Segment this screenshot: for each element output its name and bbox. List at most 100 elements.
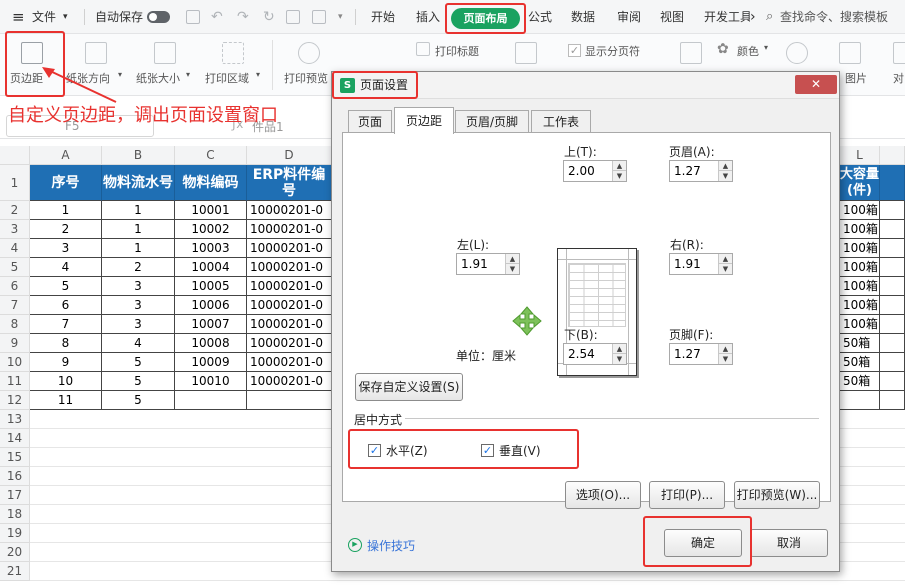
theme-font-icon[interactable] [680, 42, 702, 64]
repeat-icon[interactable]: ↻ [263, 0, 275, 34]
redo-icon[interactable]: ↷ [237, 0, 249, 34]
tab-data[interactable]: 数据 [571, 0, 595, 34]
table-cell-a[interactable]: 9 [30, 353, 102, 372]
table-cell-m[interactable] [880, 391, 905, 410]
header-margin-spinner[interactable]: 1.27 ▲ ▼ [669, 160, 733, 182]
column-header-b[interactable]: B [102, 146, 175, 165]
table-cell-c[interactable]: 10002 [175, 220, 247, 239]
tab-sheet[interactable]: 工作表 [531, 110, 591, 133]
tips-link[interactable]: 操作技巧 [367, 537, 415, 554]
table-cell-d[interactable] [247, 391, 332, 410]
select-all-corner[interactable] [0, 146, 30, 165]
table-cell-b[interactable]: 1 [102, 201, 175, 220]
table-cell-d[interactable]: 10000201-0 [247, 220, 332, 239]
spin-up-icon[interactable]: ▲ [718, 254, 732, 264]
bottom-margin-spinner[interactable]: 2.54 ▲ ▼ [563, 343, 627, 365]
table-cell-m[interactable] [880, 315, 905, 334]
table-cell-d[interactable]: 10000201-0 [247, 353, 332, 372]
orientation-icon[interactable] [85, 42, 107, 64]
table-cell-a[interactable]: 10 [30, 372, 102, 391]
spin-up-icon[interactable]: ▲ [612, 344, 626, 354]
row-header-19[interactable]: 19 [0, 524, 30, 543]
quick-access-more-icon[interactable]: ▾ [338, 0, 343, 34]
table-cell-c[interactable]: 10004 [175, 258, 247, 277]
header-cell-b[interactable]: 物料流水号 [102, 165, 175, 201]
table-cell-c[interactable]: 10009 [175, 353, 247, 372]
export-pdf-icon[interactable] [312, 10, 326, 24]
chevron-down-icon[interactable]: ▾ [186, 70, 190, 79]
table-cell-m[interactable] [880, 277, 905, 296]
show-page-breaks-checkbox[interactable]: ✓ [568, 44, 581, 57]
row-header-1[interactable]: 1 [0, 165, 30, 201]
spin-up-icon[interactable]: ▲ [718, 161, 732, 171]
row-header-17[interactable]: 17 [0, 486, 30, 505]
row-header-8[interactable]: 8 [0, 315, 30, 334]
spin-up-icon[interactable]: ▲ [718, 344, 732, 354]
footer-margin-spinner[interactable]: 1.27 ▲ ▼ [669, 343, 733, 365]
table-cell-b[interactable]: 3 [102, 277, 175, 296]
column-header-m[interactable] [880, 146, 905, 165]
print-titles-icon[interactable] [416, 42, 430, 56]
save-custom-settings-button[interactable]: 保存自定义设置(S) [355, 373, 463, 401]
column-header-a[interactable]: A [30, 146, 102, 165]
tab-view[interactable]: 视图 [660, 0, 684, 34]
table-cell-m[interactable] [880, 201, 905, 220]
cancel-button[interactable]: 取消 [750, 529, 828, 557]
table-cell-c[interactable]: 10007 [175, 315, 247, 334]
table-cell-l[interactable]: 100箱 [840, 239, 880, 258]
header-cell-l[interactable]: 大容量(件) [840, 165, 880, 201]
table-cell-b[interactable]: 3 [102, 315, 175, 334]
table-cell-l[interactable]: 100箱 [840, 220, 880, 239]
tab-home[interactable]: 开始 [371, 0, 395, 34]
table-cell-m[interactable] [880, 334, 905, 353]
table-cell-b[interactable]: 3 [102, 296, 175, 315]
tab-header-footer[interactable]: 页眉/页脚 [455, 110, 529, 133]
row-header-4[interactable]: 4 [0, 239, 30, 258]
hamburger-menu-icon[interactable]: ≡ [12, 0, 25, 34]
effects-icon[interactable] [786, 42, 808, 64]
table-cell-b[interactable]: 5 [102, 372, 175, 391]
table-cell-b[interactable]: 5 [102, 391, 175, 410]
table-cell-m[interactable] [880, 220, 905, 239]
spin-down-icon[interactable]: ▼ [718, 171, 732, 181]
options-button[interactable]: 选项(O)... [565, 481, 641, 509]
tab-developer[interactable]: 开发工具 [704, 0, 750, 34]
table-cell-a[interactable]: 3 [30, 239, 102, 258]
table-cell-d[interactable]: 10000201-0 [247, 201, 332, 220]
play-icon[interactable]: ▶ [348, 538, 362, 552]
table-cell-l[interactable]: 100箱 [840, 315, 880, 334]
chevron-down-icon[interactable]: ▾ [764, 43, 768, 52]
table-cell-l[interactable]: 50箱 [840, 334, 880, 353]
table-cell-a[interactable]: 8 [30, 334, 102, 353]
file-menu[interactable]: 文件 [32, 0, 56, 34]
row-header-11[interactable]: 11 [0, 372, 30, 391]
spin-up-icon[interactable]: ▲ [612, 161, 626, 171]
left-margin-spinner[interactable]: 1.91 ▲ ▼ [456, 253, 520, 275]
table-cell-a[interactable]: 11 [30, 391, 102, 410]
table-cell-m[interactable] [880, 239, 905, 258]
table-cell-d[interactable]: 10000201-0 [247, 258, 332, 277]
print-area-button[interactable]: 打印区域 [205, 70, 249, 86]
spin-down-icon[interactable]: ▼ [718, 264, 732, 274]
table-cell-m[interactable] [880, 258, 905, 277]
column-header-d[interactable]: D [247, 146, 332, 165]
align-button[interactable]: 对 [893, 70, 904, 86]
table-cell-m[interactable] [880, 372, 905, 391]
row-header-10[interactable]: 10 [0, 353, 30, 372]
page-break-preview-icon[interactable] [515, 42, 537, 64]
row-header-7[interactable]: 7 [0, 296, 30, 315]
table-cell-a[interactable]: 5 [30, 277, 102, 296]
top-margin-spinner[interactable]: 2.00 ▲ ▼ [563, 160, 627, 182]
row-header-14[interactable]: 14 [0, 429, 30, 448]
table-cell-c[interactable]: 10006 [175, 296, 247, 315]
print-preview-button[interactable]: 打印预览(W)... [734, 481, 820, 509]
row-header-20[interactable]: 20 [0, 543, 30, 562]
row-header-16[interactable]: 16 [0, 467, 30, 486]
table-cell-d[interactable]: 10000201-0 [247, 372, 332, 391]
table-cell-c[interactable] [175, 391, 247, 410]
table-cell-c[interactable]: 10003 [175, 239, 247, 258]
table-cell-b[interactable]: 5 [102, 353, 175, 372]
table-cell-d[interactable]: 10000201-0 [247, 296, 332, 315]
tab-formulas[interactable]: 公式 [528, 0, 552, 34]
table-cell-b[interactable]: 1 [102, 220, 175, 239]
